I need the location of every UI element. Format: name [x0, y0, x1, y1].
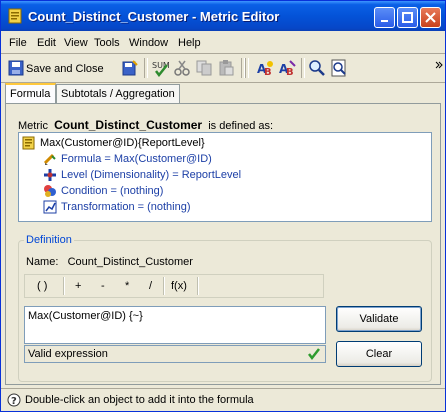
svg-text:B: B [286, 67, 294, 77]
maximize-button[interactable] [397, 7, 418, 28]
toolbar-separator [301, 58, 305, 78]
metric-icon [22, 136, 35, 150]
tree-item-condition[interactable]: Condition = (nothing) [43, 183, 163, 199]
level-icon [44, 169, 56, 181]
toolbar: Save and Close SUM A B A B [1, 55, 445, 82]
tab-formula[interactable]: Formula [5, 83, 56, 104]
tree-item-level[interactable]: Level (Dimensionality) = ReportLevel [43, 167, 241, 183]
sum-check-icon[interactable]: SUM [151, 59, 169, 77]
tree-item-transformation[interactable]: Transformation = (nothing) [43, 199, 191, 215]
toolbar-separator [245, 58, 249, 78]
function-button[interactable]: f(x) [171, 280, 187, 292]
minimize-icon [380, 19, 388, 22]
metric-definition-heading: Metric Count_Distinct_Customer is define… [18, 118, 273, 132]
tree-item-label: Transformation = (nothing) [61, 201, 191, 213]
condition-icon [44, 185, 56, 197]
save-icon[interactable] [7, 59, 25, 77]
cut-icon[interactable] [173, 59, 191, 77]
parentheses-button[interactable]: ( ) [37, 280, 47, 292]
operator-separator [63, 277, 65, 295]
minimize-button[interactable] [374, 7, 395, 28]
definition-group-title: Definition [24, 234, 74, 246]
tree-item-label: Condition = (nothing) [61, 185, 164, 197]
menu-file[interactable]: File [9, 37, 27, 49]
name-value: Count_Distinct_Customer [67, 256, 193, 268]
tree-item-formula[interactable]: Formula = Max(Customer@ID) [43, 151, 212, 167]
window-title: Count_Distinct_Customer - Metric Editor [28, 9, 280, 24]
menu-bar: File Edit View Tools Window Help [1, 33, 445, 53]
menu-view[interactable]: View [64, 37, 88, 49]
validation-status: Valid expression [24, 345, 326, 363]
menu-tools[interactable]: Tools [94, 37, 120, 49]
paste-icon[interactable] [217, 59, 235, 77]
tree-root-label: Max(Customer@ID){ReportLevel} [40, 137, 205, 149]
close-icon [425, 12, 436, 23]
tree-item-label: Formula = Max(Customer@ID) [61, 153, 212, 165]
menu-help[interactable]: Help [178, 37, 201, 49]
divide-button[interactable]: / [149, 280, 152, 292]
find-object-icon[interactable]: A B [257, 59, 275, 77]
menu-window[interactable]: Window [129, 37, 168, 49]
replace-object-icon[interactable]: A B [279, 59, 297, 77]
formula-icon [43, 153, 56, 165]
name-label: Name: [26, 256, 59, 268]
transformation-icon [43, 200, 57, 214]
maximize-icon [402, 12, 413, 23]
svg-text:?: ? [11, 396, 17, 407]
tree-root[interactable]: Max(Customer@ID){ReportLevel} [22, 135, 205, 151]
multiply-button[interactable]: * [125, 280, 129, 292]
tree-item-label: Level (Dimensionality) = ReportLevel [61, 169, 242, 181]
operator-toolbar: ( ) + - * / f(x) [24, 274, 324, 298]
search-icon[interactable] [308, 59, 326, 77]
validate-button[interactable]: Validate [336, 306, 422, 332]
preview-icon[interactable] [330, 59, 348, 77]
close-button[interactable] [420, 7, 441, 28]
metric-name: Count_Distinct_Customer [54, 118, 203, 132]
check-icon [308, 348, 320, 361]
formula-panel: Metric Count_Distinct_Customer is define… [5, 103, 441, 385]
clear-button[interactable]: Clear [336, 341, 422, 367]
formula-expression-input[interactable]: Max(Customer@ID) {~} [24, 306, 326, 344]
status-bar-text: Double-click an object to add it into th… [25, 394, 254, 406]
metric-editor-window: Count_Distinct_Customer - Metric Editor … [0, 0, 446, 412]
title-bar[interactable]: Count_Distinct_Customer - Metric Editor [1, 1, 445, 31]
status-bar: ? Double-click an object to add it into … [1, 388, 445, 411]
menu-edit[interactable]: Edit [37, 37, 56, 49]
svg-text:B: B [264, 67, 272, 77]
toolbar-overflow-icon[interactable] [435, 61, 443, 71]
toolbar-separator [144, 58, 148, 78]
toolbar-separator-line [1, 82, 445, 83]
metric-prefix: Metric [18, 120, 48, 132]
operator-separator [197, 277, 199, 295]
save-as-icon[interactable] [121, 59, 139, 77]
plus-button[interactable]: + [75, 280, 81, 292]
copy-icon[interactable] [195, 59, 213, 77]
minus-button[interactable]: - [101, 280, 105, 292]
help-icon: ? [7, 393, 21, 407]
save-and-close-button[interactable]: Save and Close [26, 63, 104, 75]
metric-icon [8, 8, 22, 24]
operator-separator [163, 277, 165, 295]
menu-separator [1, 53, 445, 54]
definition-tree[interactable]: Max(Customer@ID){ReportLevel} Formula = … [18, 132, 432, 222]
validation-status-text: Valid expression [28, 348, 108, 360]
tab-subtotals-aggregation[interactable]: Subtotals / Aggregation [56, 84, 180, 103]
definition-name: Name: Count_Distinct_Customer [26, 256, 193, 268]
metric-suffix: is defined as: [208, 120, 274, 132]
